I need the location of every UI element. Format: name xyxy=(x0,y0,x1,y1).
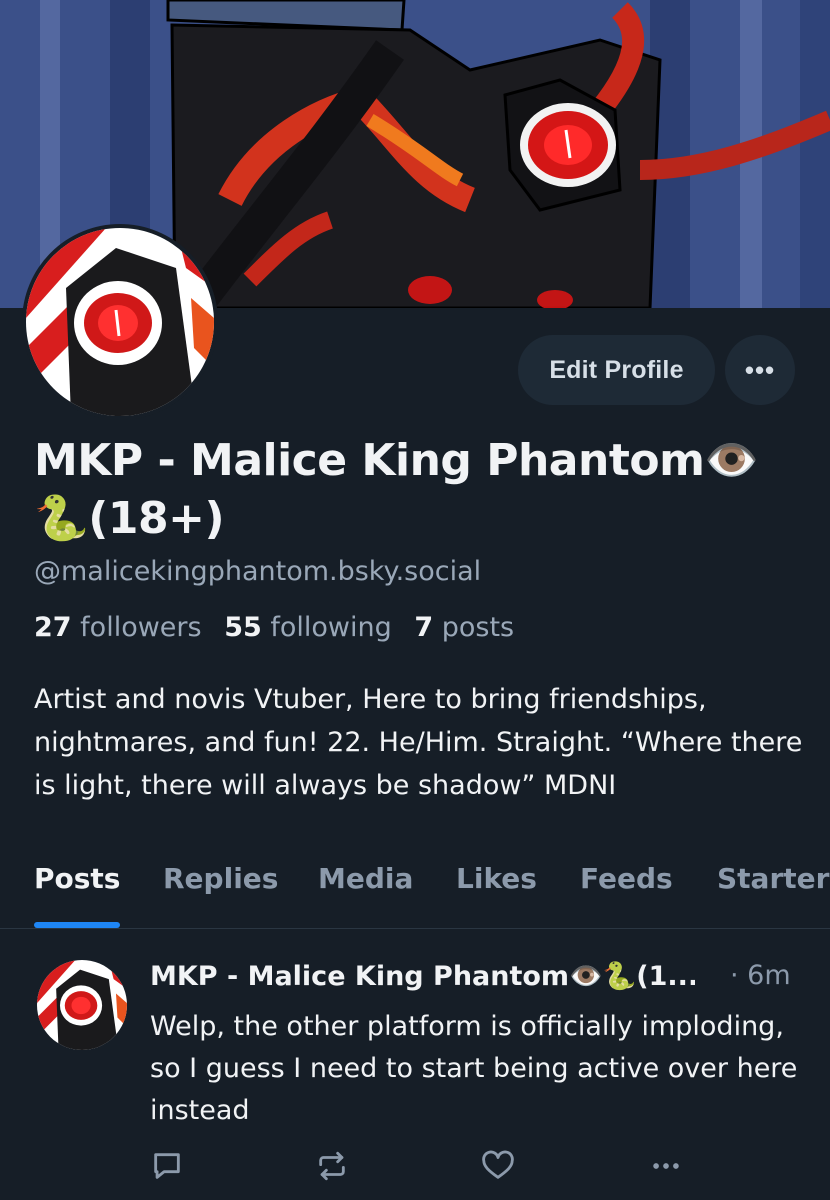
post-author-avatar[interactable] xyxy=(37,960,127,1054)
profile-handle: @malicekingphantom.bsky.social xyxy=(34,556,482,587)
profile-more-button[interactable]: ••• xyxy=(725,335,795,405)
post-actions xyxy=(0,1145,830,1191)
following-count: 55 xyxy=(224,612,262,643)
posts-label: posts xyxy=(441,612,515,643)
profile-stats: 27 followers 55 following 7 posts xyxy=(34,612,528,643)
post-timestamp[interactable]: · 6m xyxy=(730,960,791,991)
post-text: Welp, the other platform is officially i… xyxy=(150,1011,798,1126)
profile-bio: Artist and novis Vtuber, Here to bring f… xyxy=(34,684,803,801)
post-avatar-image xyxy=(37,960,127,1050)
repost-icon[interactable] xyxy=(314,1149,350,1187)
followers-count: 27 xyxy=(34,612,72,643)
active-tab-indicator xyxy=(34,922,120,928)
heart-icon[interactable] xyxy=(480,1149,516,1187)
tab-media[interactable]: Media xyxy=(318,862,413,895)
post-author-name[interactable]: MKP - Malice King Phantom👁️🐍(1... xyxy=(150,960,695,992)
more-icon: ••• xyxy=(744,354,776,385)
avatar-image xyxy=(26,228,214,416)
tab-starter[interactable]: Starter xyxy=(717,862,829,895)
tab-likes[interactable]: Likes xyxy=(456,862,537,895)
edit-profile-button[interactable]: Edit Profile xyxy=(518,335,715,405)
followers-stat[interactable]: 27 followers xyxy=(34,612,202,643)
reply-icon[interactable] xyxy=(150,1149,184,1187)
followers-label: followers xyxy=(80,612,202,643)
tab-posts[interactable]: Posts xyxy=(34,862,120,895)
tab-replies[interactable]: Replies xyxy=(163,862,278,895)
posts-count: 7 xyxy=(414,612,434,643)
display-name-line-1: MKP - Malice King Phantom👁️ xyxy=(34,435,759,486)
posts-stat: 7 posts xyxy=(414,612,514,643)
profile-tabs: Posts Replies Media Likes Feeds Starter xyxy=(0,856,830,929)
following-label: following xyxy=(270,612,392,643)
more-icon[interactable] xyxy=(648,1149,684,1187)
following-stat[interactable]: 55 following xyxy=(224,612,392,643)
profile-display-name: MKP - Malice King Phantom👁️ 🐍(18+) xyxy=(34,432,804,548)
tab-feeds[interactable]: Feeds xyxy=(580,862,673,895)
profile-avatar[interactable] xyxy=(22,224,218,420)
display-name-line-2: 🐍(18+) xyxy=(34,493,225,544)
